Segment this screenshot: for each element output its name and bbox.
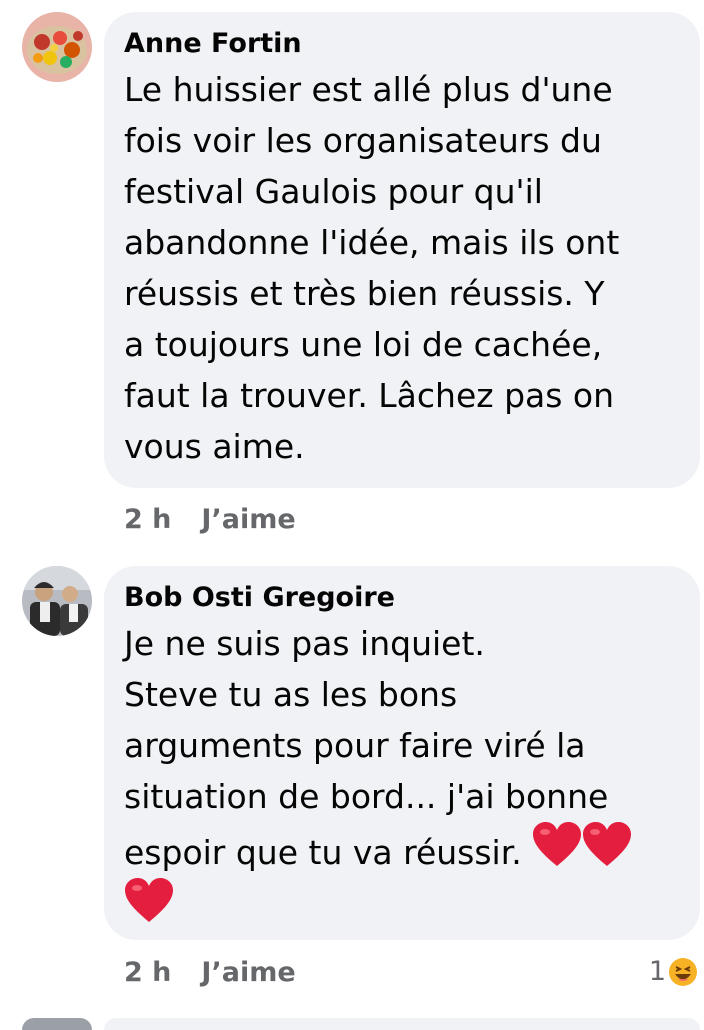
comment-text: Je ne suis pas inquiet. Steve tu as les … (124, 618, 678, 934)
haha-reaction-icon (669, 957, 697, 986)
comment-bubble: Anne Fortin Le huissier est allé plus d'… (104, 12, 700, 488)
like-button[interactable]: J’aime (201, 957, 295, 988)
reaction-summary[interactable]: 1 (649, 956, 698, 987)
comment-author[interactable]: Anne Fortin (124, 26, 678, 62)
comment-bubble (104, 1018, 700, 1030)
comment-text: Le huissier est allé plus d'une fois voi… (124, 70, 620, 466)
comment-bubble: Bob Osti Gregoire Je ne suis pas inquiet… (104, 566, 700, 940)
comment-meta: 2 h J’aime (124, 504, 296, 535)
red-heart-emoji-icon (125, 878, 173, 922)
comment-time[interactable]: 2 h (124, 957, 171, 988)
avatar-photo-image (22, 566, 92, 636)
like-button[interactable]: J’aime (201, 504, 295, 535)
comment-meta: 2 h J’aime (124, 957, 296, 988)
avatar-food-image (22, 12, 92, 82)
comment-time[interactable]: 2 h (124, 504, 171, 535)
red-heart-emoji-icon (582, 822, 631, 866)
red-heart-emoji-icon (532, 822, 581, 866)
avatar[interactable] (22, 566, 92, 636)
comment-author[interactable]: Bob Osti Gregoire (124, 580, 678, 616)
avatar[interactable] (22, 12, 92, 82)
avatar[interactable] (22, 1018, 92, 1030)
reaction-count: 1 (648, 956, 666, 987)
